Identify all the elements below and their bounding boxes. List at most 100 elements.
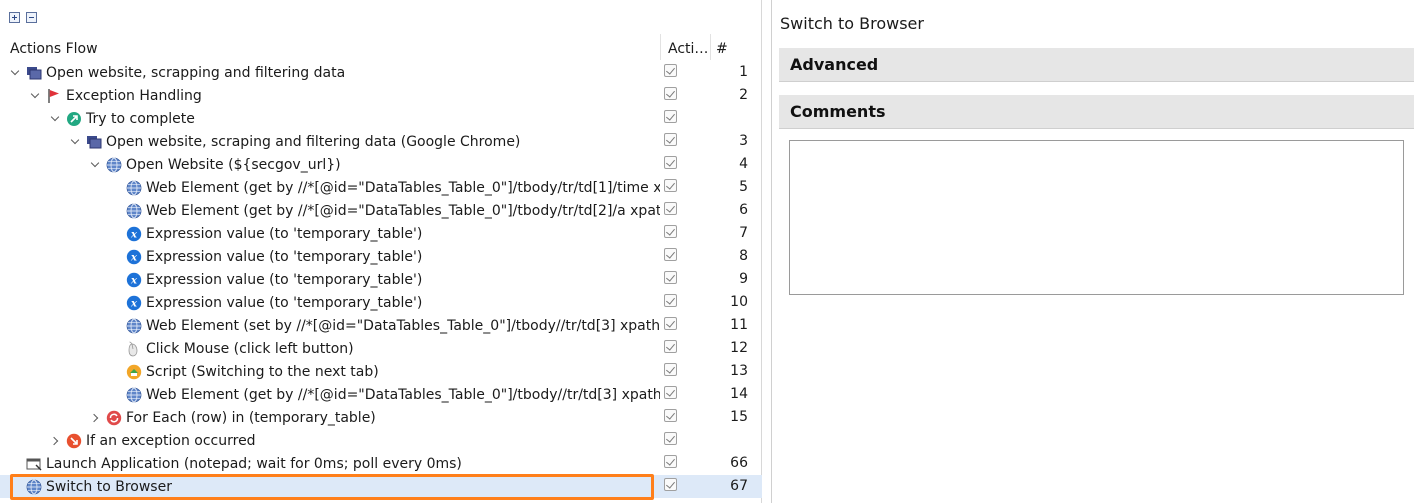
tree-row-number bbox=[700, 107, 748, 130]
tree-row-number: 14 bbox=[730, 386, 748, 402]
active-checkbox[interactable] bbox=[664, 179, 677, 192]
tree-row-number: 9 bbox=[739, 271, 748, 287]
flag-icon bbox=[46, 88, 62, 104]
active-checkbox[interactable] bbox=[664, 156, 677, 169]
tree-row-content: Click Mouse (click left button) bbox=[108, 337, 354, 360]
tree-row-name-cell: x Expression value (to 'temporary_table') bbox=[0, 291, 660, 314]
tree-row[interactable]: Web Element (get by //*[@id="DataTables_… bbox=[0, 176, 762, 199]
active-checkbox[interactable] bbox=[664, 363, 677, 376]
tree-row-name-cell: x Expression value (to 'temporary_table') bbox=[0, 245, 660, 268]
tree-row-number: 5 bbox=[739, 179, 748, 195]
tree-row-label: Web Element (get by //*[@id="DataTables_… bbox=[146, 202, 660, 219]
globe-icon bbox=[106, 157, 122, 173]
active-checkbox[interactable] bbox=[664, 455, 677, 468]
tree-row[interactable]: x Expression value (to 'temporary_table')… bbox=[0, 245, 762, 268]
tree-row[interactable]: x Expression value (to 'temporary_table')… bbox=[0, 291, 762, 314]
tree-row[interactable]: Open website, scraping and filtering dat… bbox=[0, 130, 762, 153]
active-checkbox[interactable] bbox=[664, 248, 677, 261]
active-checkbox[interactable] bbox=[664, 110, 677, 123]
active-checkbox[interactable] bbox=[664, 409, 677, 422]
expression-icon: x bbox=[126, 295, 142, 311]
section-advanced-label: Advanced bbox=[790, 55, 879, 74]
chevron-right-icon[interactable] bbox=[48, 429, 62, 452]
tree-row[interactable]: x Expression value (to 'temporary_table')… bbox=[0, 222, 762, 245]
active-checkbox[interactable] bbox=[664, 202, 677, 215]
column-separator[interactable] bbox=[710, 34, 711, 60]
tree-row-name-cell: Web Element (get by //*[@id="DataTables_… bbox=[0, 176, 660, 199]
properties-title: Switch to Browser bbox=[780, 14, 924, 33]
tree-row-name-cell: For Each (row) in (temporary_table) bbox=[0, 406, 660, 429]
tree-row[interactable]: Open website, scrapping and filtering da… bbox=[0, 61, 762, 84]
svg-text:x: x bbox=[130, 229, 138, 240]
tree-row-label: Open website, scraping and filtering dat… bbox=[106, 133, 521, 150]
column-header-active[interactable]: Acti… bbox=[668, 38, 708, 60]
tree-row-number: 15 bbox=[730, 409, 748, 425]
tree-row-content: x Expression value (to 'temporary_table') bbox=[108, 291, 422, 314]
column-header-name[interactable]: Actions Flow bbox=[10, 38, 98, 60]
try-icon bbox=[66, 111, 82, 127]
tree-row[interactable]: Exception Handling 2 bbox=[0, 84, 762, 107]
chevron-down-icon[interactable] bbox=[88, 153, 102, 176]
active-checkbox[interactable] bbox=[664, 294, 677, 307]
tree-row-label: Open Website (${secgov_url}) bbox=[126, 156, 341, 173]
loop-icon bbox=[106, 410, 122, 426]
active-checkbox[interactable] bbox=[664, 225, 677, 238]
svg-text:x: x bbox=[130, 252, 138, 263]
tree-row-label: Expression value (to 'temporary_table') bbox=[146, 248, 423, 265]
tree-row[interactable]: Web Element (get by //*[@id="DataTables_… bbox=[0, 199, 762, 222]
tree-row-number: 66 bbox=[730, 455, 748, 471]
tree-row-name-cell: Click Mouse (click left button) bbox=[0, 337, 660, 360]
tree-row[interactable]: Open Website (${secgov_url}) 4 bbox=[0, 153, 762, 176]
active-checkbox[interactable] bbox=[664, 133, 677, 146]
tree-row-number: 8 bbox=[739, 248, 748, 264]
active-checkbox[interactable] bbox=[664, 64, 677, 77]
tree-row-label: For Each (row) in (temporary_table) bbox=[126, 409, 376, 426]
chevron-down-icon[interactable] bbox=[8, 61, 22, 84]
tree-row-number bbox=[700, 429, 748, 452]
tree-row-name-cell: Open Website (${secgov_url}) bbox=[0, 153, 660, 176]
active-checkbox[interactable] bbox=[664, 87, 677, 100]
section-advanced[interactable]: Advanced bbox=[779, 48, 1414, 82]
collapse-all-icon[interactable] bbox=[26, 12, 37, 23]
tree-row-label: Web Element (get by //*[@id="DataTables_… bbox=[146, 179, 660, 196]
column-header-number[interactable]: # bbox=[716, 38, 728, 60]
expand-all-icon[interactable] bbox=[9, 12, 20, 23]
active-checkbox[interactable] bbox=[664, 386, 677, 399]
active-checkbox[interactable] bbox=[664, 271, 677, 284]
tree-row[interactable]: Web Element (get by //*[@id="DataTables_… bbox=[0, 383, 762, 406]
tree-row-content: For Each (row) in (temporary_table) bbox=[88, 406, 376, 429]
chevron-down-icon[interactable] bbox=[28, 84, 42, 107]
tree-row-number: 12 bbox=[730, 340, 748, 356]
tree-row[interactable]: Web Element (set by //*[@id="DataTables_… bbox=[0, 314, 762, 337]
tree-row-label: Click Mouse (click left button) bbox=[146, 340, 354, 357]
tree-row-label: Expression value (to 'temporary_table') bbox=[146, 294, 423, 311]
svg-text:x: x bbox=[130, 298, 138, 309]
tree-row[interactable]: If an exception occurred bbox=[0, 429, 762, 452]
active-checkbox[interactable] bbox=[664, 340, 677, 353]
tree-row[interactable]: Try to complete bbox=[0, 107, 762, 130]
tree-row[interactable]: Launch Application (notepad; wait for 0m… bbox=[0, 452, 762, 475]
column-separator[interactable] bbox=[660, 34, 661, 60]
tree-row-number: 1 bbox=[739, 64, 748, 80]
tree-row[interactable]: x Expression value (to 'temporary_table')… bbox=[0, 268, 762, 291]
tree-row-content: Web Element (set by //*[@id="DataTables_… bbox=[108, 314, 660, 337]
active-checkbox[interactable] bbox=[664, 317, 677, 330]
chevron-right-icon[interactable] bbox=[88, 406, 102, 429]
section-comments[interactable]: Comments bbox=[779, 95, 1414, 129]
tree-row-number: 67 bbox=[730, 478, 748, 494]
tree-row[interactable]: Script (Switching to the next tab) 13 bbox=[0, 360, 762, 383]
tree-row[interactable]: Click Mouse (click left button) 12 bbox=[0, 337, 762, 360]
application-icon bbox=[26, 456, 42, 472]
selection-highlight bbox=[10, 474, 654, 500]
tree-row-name-cell: Web Element (set by //*[@id="DataTables_… bbox=[0, 314, 660, 337]
tree-row-number: 4 bbox=[739, 156, 748, 172]
tree-row-label: Script (Switching to the next tab) bbox=[146, 363, 379, 380]
chevron-down-icon[interactable] bbox=[48, 107, 62, 130]
active-checkbox[interactable] bbox=[664, 478, 677, 491]
expression-icon: x bbox=[126, 272, 142, 288]
chevron-down-icon[interactable] bbox=[68, 130, 82, 153]
tree-row[interactable]: For Each (row) in (temporary_table) 15 bbox=[0, 406, 762, 429]
active-checkbox[interactable] bbox=[664, 432, 677, 445]
comments-textarea[interactable] bbox=[789, 140, 1404, 295]
tree-row-label: Web Element (get by //*[@id="DataTables_… bbox=[146, 386, 660, 403]
